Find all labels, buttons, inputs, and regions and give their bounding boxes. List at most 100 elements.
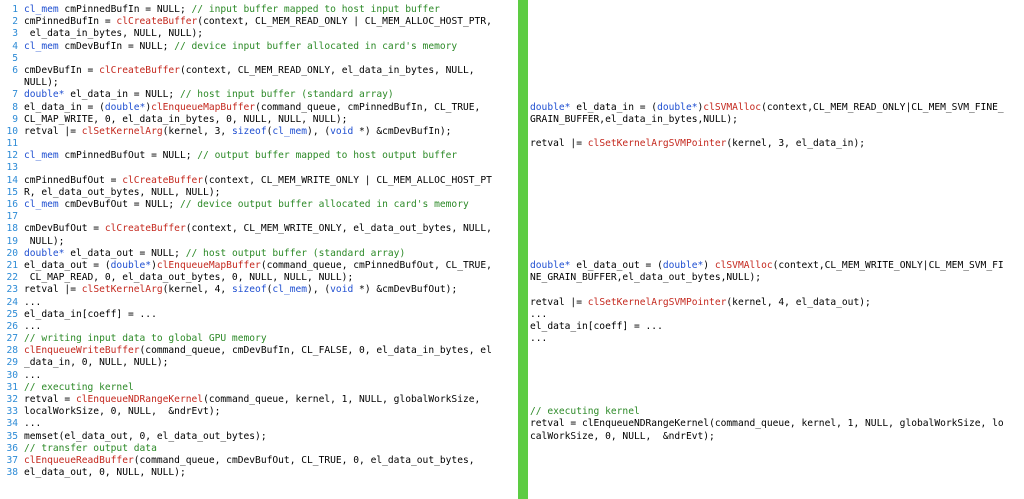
code-token: // input buffer mapped to host input buf… bbox=[191, 4, 440, 15]
code-token: // device input buffer allocated in card… bbox=[174, 40, 458, 52]
line-number: 30 bbox=[6, 369, 18, 381]
code-token: cl_mem bbox=[24, 40, 59, 52]
line-number: 32 bbox=[6, 394, 18, 405]
left-code-listing: 1 cl_mem cmPinnedBufIn = NULL; // input b… bbox=[0, 4, 520, 479]
code-line: 27 // writing input data to global GPU me… bbox=[0, 333, 520, 345]
code-token: CL_MAP_READ, 0, el_data_out_bytes, 0, NU… bbox=[24, 272, 354, 284]
code-token: memset(el_data_out, 0, el_data_out_bytes… bbox=[24, 430, 267, 442]
code-line: 34... bbox=[0, 418, 520, 430]
code-token: (context,CL_MEM_WRITE_ONLY|CL_MEM_SVM_FI bbox=[772, 259, 1004, 271]
code-token: double* bbox=[657, 101, 698, 113]
line-number: 1 bbox=[12, 4, 18, 15]
code-line: 23 retval |= clSetKernelArg(kernel, 4, si… bbox=[0, 284, 520, 296]
code-token: (kernel, 3, bbox=[162, 125, 232, 137]
code-line: 32 retval = clEnqueueNDRangeKernel(comman… bbox=[0, 394, 520, 406]
code-token: // host output buffer (standard array) bbox=[185, 247, 406, 259]
code-token: ... bbox=[24, 418, 42, 430]
code-line: 9 CL_MAP_WRITE, 0, el_data_in_bytes, 0, N… bbox=[0, 114, 520, 126]
code-line: 3 el_data_in_bytes, NULL, NULL); bbox=[0, 28, 520, 40]
line-number: 5 bbox=[12, 52, 18, 64]
code-line: 33 localWorkSize, 0, NULL, &ndrEvt); bbox=[0, 406, 520, 418]
code-line: retval = clEnqueueNDRangeKernel(command_… bbox=[530, 418, 1024, 430]
code-line: 13 bbox=[0, 162, 520, 174]
code-token: double* bbox=[24, 89, 65, 101]
code-line: double* el_data_out = (double*) clSVMAll… bbox=[530, 260, 1024, 272]
code-token: localWorkSize, 0, NULL, &ndrEvt); bbox=[24, 406, 221, 418]
code-token: retval |= bbox=[530, 296, 588, 308]
code-token: el_data_out, 0, NULL, NULL); bbox=[24, 467, 186, 479]
code-line: calWorkSize, 0, NULL, &ndrEvt); bbox=[530, 431, 1024, 443]
code-token: clCreateBuffer bbox=[99, 64, 180, 76]
code-line: 25 el_data_in[coeff] = ... bbox=[0, 309, 520, 321]
line-number: 28 bbox=[6, 345, 18, 357]
code-line: 29 _data_in, 0, NULL, NULL); bbox=[0, 357, 520, 369]
code-token: cl_mem bbox=[272, 284, 308, 296]
code-token: ), ( bbox=[307, 125, 331, 137]
code-token: clEnqueueMapBuffer bbox=[151, 101, 256, 113]
line-number: 12 bbox=[6, 150, 18, 162]
code-token: retval = bbox=[530, 418, 582, 430]
code-line: double* el_data_in = (double*)clSVMAlloc… bbox=[530, 102, 1024, 114]
code-token: el_data_in_bytes, NULL, NULL); bbox=[24, 28, 204, 40]
line-number: 4 bbox=[12, 40, 18, 52]
code-line: 36 // transfer output data bbox=[0, 443, 520, 455]
line-number: 23 bbox=[6, 284, 18, 296]
code-token: ... bbox=[24, 369, 42, 381]
line-number: 19 bbox=[6, 235, 18, 247]
code-token: cmPinnedBufIn = NULL; bbox=[58, 4, 192, 15]
line-number: 29 bbox=[6, 357, 18, 369]
code-line: ... bbox=[530, 309, 1024, 321]
code-line: GRAIN_BUFFER,el_data_in_bytes,NULL); bbox=[530, 114, 1024, 126]
code-token: clSetKernelArg bbox=[81, 125, 163, 137]
code-token: el_data_in[coeff] = ... bbox=[24, 308, 157, 320]
code-token: retval = bbox=[24, 394, 76, 405]
code-token: _data_in, 0, NULL, NULL); bbox=[24, 357, 169, 369]
code-line: ... bbox=[530, 333, 1024, 345]
code-token: void bbox=[330, 125, 354, 137]
line-number: 37 bbox=[6, 454, 18, 466]
line-number: 18 bbox=[6, 223, 18, 235]
code-line: 30... bbox=[0, 370, 520, 382]
code-token: el_data_out = NULL; bbox=[64, 247, 186, 259]
code-line: 4 cl_mem cmDevBufIn = NULL; // device inp… bbox=[0, 41, 520, 53]
code-token: clEnqueueNDRangeKernel bbox=[75, 394, 204, 405]
line-number: 17 bbox=[6, 211, 18, 223]
line-number: 9 bbox=[12, 113, 18, 125]
code-token: (command_queue, kernel, 1, NULL, globalW… bbox=[709, 418, 1004, 430]
line-number: 16 bbox=[6, 199, 18, 210]
line-number: 6 bbox=[12, 64, 18, 76]
code-token: // executing kernel bbox=[530, 406, 640, 418]
code-token: clEnqueueNDRangeKernel bbox=[581, 418, 710, 430]
code-token: R, el_data_out_bytes, NULL, NULL); bbox=[24, 186, 221, 198]
code-line: 17 bbox=[0, 211, 520, 223]
code-line: 15 R, el_data_out_bytes, NULL, NULL); bbox=[0, 187, 520, 199]
line-number: 26 bbox=[6, 320, 18, 332]
code-token: ... bbox=[530, 308, 548, 320]
code-token: clSetKernelArgSVMPointer bbox=[587, 296, 727, 308]
code-token: // writing input data to global GPU memo… bbox=[24, 333, 267, 345]
code-line: // executing kernel bbox=[530, 406, 1024, 418]
code-token: clEnqueueWriteBuffer bbox=[24, 345, 140, 357]
code-token: clEnqueueReadBuffer bbox=[24, 454, 134, 466]
code-token: clCreateBuffer bbox=[104, 223, 186, 235]
code-line: 12 cl_mem cmPinnedBufOut = NULL; // outpu… bbox=[0, 150, 520, 162]
code-line: 14 cmPinnedBufOut = clCreateBuffer(contex… bbox=[0, 175, 520, 187]
line-number: 3 bbox=[12, 28, 18, 40]
code-token: cmDevBufIn = bbox=[24, 64, 100, 76]
code-token: (kernel, 4, bbox=[162, 284, 232, 296]
